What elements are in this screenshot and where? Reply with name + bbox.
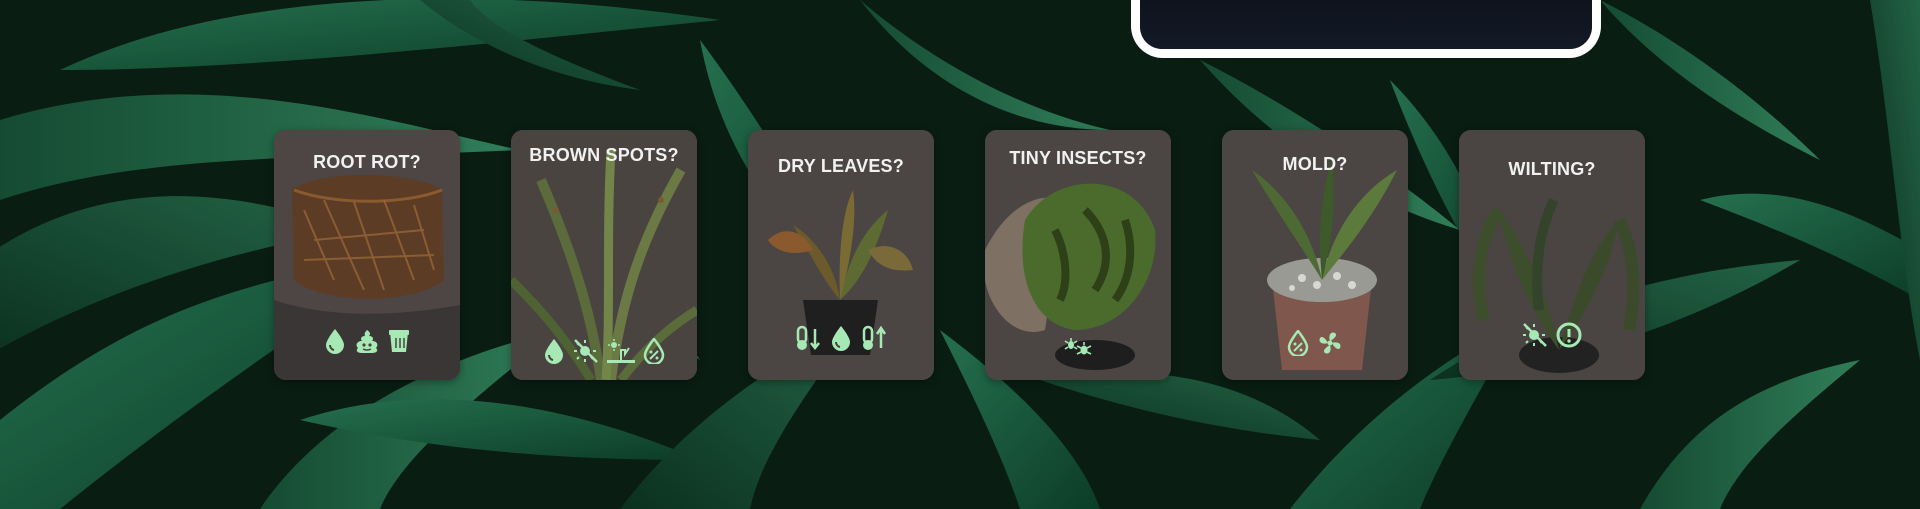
problem-card-brown-spots[interactable]: BROWN SPOTS? bbox=[511, 130, 697, 380]
water-drop-icon bbox=[832, 326, 850, 351]
card-title: BROWN SPOTS? bbox=[529, 145, 679, 165]
water-drop-icon bbox=[326, 329, 344, 354]
drop-percent-icon bbox=[643, 338, 665, 364]
no-sun-icon bbox=[574, 339, 598, 363]
icon-row bbox=[274, 328, 460, 354]
thermometer-down-icon bbox=[796, 325, 820, 351]
icon-row bbox=[511, 338, 697, 364]
drop-percent-icon bbox=[1287, 330, 1309, 356]
icon-row bbox=[1222, 330, 1408, 356]
card-title: DRY LEAVES? bbox=[778, 156, 904, 176]
water-drop-icon bbox=[545, 339, 563, 364]
icon-row bbox=[1459, 322, 1645, 348]
card-title: TINY INSECTS? bbox=[1009, 148, 1147, 168]
problem-card-tiny-insects[interactable]: TINY INSECTS? bbox=[985, 130, 1171, 380]
card-title: MOLD? bbox=[1282, 154, 1348, 174]
phone-mockup-frame bbox=[1131, 0, 1601, 58]
phone-screen bbox=[1140, 0, 1592, 49]
icon-row bbox=[985, 335, 1171, 359]
bugs-icon bbox=[1064, 338, 1092, 355]
problem-card-root-rot[interactable]: ROOT ROT? bbox=[274, 130, 460, 380]
pot-wet-icon bbox=[389, 330, 409, 352]
alert-icon bbox=[1556, 322, 1582, 348]
thermometer-up-icon bbox=[862, 325, 887, 350]
no-sun-icon bbox=[1523, 323, 1547, 347]
fertilizer-icon bbox=[607, 339, 635, 363]
card-title: WILTING? bbox=[1508, 159, 1596, 179]
problem-card-dry-leaves[interactable]: DRY LEAVES? bbox=[748, 130, 934, 380]
poop-icon bbox=[356, 330, 378, 353]
problem-card-mold[interactable]: MOLD? bbox=[1222, 130, 1408, 380]
card-title: ROOT ROT? bbox=[313, 152, 421, 172]
icon-row bbox=[748, 325, 934, 351]
problem-card-wilting[interactable]: WILTING? bbox=[1459, 130, 1645, 380]
fan-icon bbox=[1319, 332, 1341, 354]
